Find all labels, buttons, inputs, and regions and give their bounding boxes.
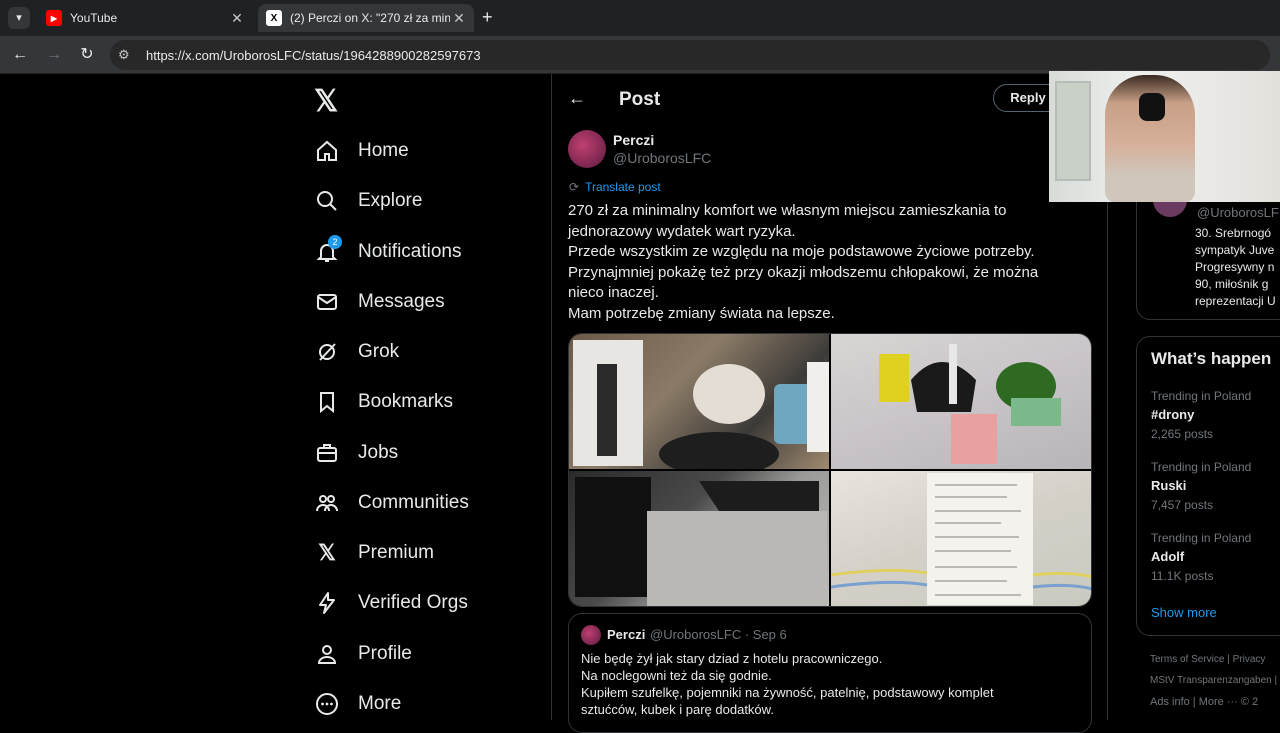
avatar (581, 625, 601, 645)
footer-links[interactable]: MStV Transparenzangaben | (1150, 675, 1277, 686)
quote-author-meta: @UroborosLFC · Sep 6 (650, 627, 787, 642)
site-settings-icon[interactable]: ⚙ (118, 47, 130, 63)
sidebar-item-notifications[interactable]: 2 Notifications (314, 232, 462, 272)
page-title: Post (619, 89, 661, 110)
mail-icon (314, 289, 340, 315)
sidebar-item-label: Notifications (358, 241, 462, 262)
address-bar[interactable]: ⚙ https://x.com/UroborosLFC/status/19642… (110, 40, 1270, 70)
trend-count: 7,457 posts (1151, 498, 1214, 512)
post-photo[interactable] (831, 471, 1091, 606)
search-icon (314, 188, 340, 214)
avatar[interactable] (568, 130, 606, 168)
bookmark-icon (314, 389, 340, 415)
trend-name: Adolf (1151, 549, 1185, 564)
headset-icon (1139, 93, 1165, 121)
translate-icon: ⟳ (569, 180, 580, 194)
people-icon (314, 490, 340, 516)
x-icon: 𝕏 (318, 540, 336, 565)
new-tab-plus-icon[interactable]: + (482, 7, 493, 28)
tab-title: (2) Perczi on X: "270 zł za minim (290, 11, 450, 25)
sidebar-item-label: Home (358, 140, 409, 161)
x-icon: X (266, 10, 282, 26)
sidebar-item-home[interactable]: Home (314, 131, 409, 171)
url-text: https://x.com/UroborosLFC/status/1964288… (146, 48, 481, 63)
person-icon (314, 641, 340, 667)
bio-text: 30. Srebrnogó sympatyk Juve Progresywny … (1195, 226, 1276, 308)
sidebar-item-communities[interactable]: Communities (314, 483, 469, 523)
author-handle[interactable]: @UroborosLFC (613, 150, 711, 166)
lightning-icon (314, 590, 340, 616)
sidebar-item-premium[interactable]: 𝕏 Premium (314, 533, 434, 573)
footer-links[interactable]: Terms of Service | Privacy (1150, 654, 1265, 665)
sidebar-item-label: Communities (358, 492, 469, 513)
tab-youtube[interactable]: ▶ YouTube ✕ (38, 4, 252, 32)
trend-item[interactable]: Trending in Poland Ruski 7,457 posts (1151, 460, 1251, 512)
sidebar-item-label: Premium (358, 542, 435, 563)
quote-author-name: Perczi (607, 627, 646, 642)
sidebar-item-verified-orgs[interactable]: Verified Orgs (314, 583, 468, 623)
sidebar-item-profile[interactable]: Profile (314, 634, 412, 674)
trend-count: 11.1K posts (1151, 569, 1214, 583)
sidebar-item-more[interactable]: More (314, 684, 401, 724)
trend-name: #drony (1151, 407, 1195, 422)
briefcase-icon (314, 440, 340, 466)
webcam-overlay (1049, 71, 1280, 202)
trend-context: Trending in Poland (1151, 389, 1252, 403)
trend-count: 2,265 posts (1151, 427, 1214, 441)
bio-handle: @UroborosLF (1197, 205, 1279, 220)
trends-title: What’s happen (1151, 349, 1272, 368)
sidebar-item-label: Grok (358, 341, 400, 362)
post-media-grid (568, 333, 1092, 607)
trend-context: Trending in Poland (1151, 531, 1252, 545)
trends-card: What’s happen Trending in Poland #drony … (1136, 336, 1280, 636)
close-icon[interactable]: ✕ (228, 10, 246, 27)
trend-item[interactable]: Trending in Poland #drony 2,265 posts (1151, 389, 1251, 441)
webcam-background (1055, 81, 1091, 181)
tab-title: YouTube (70, 11, 118, 25)
browser-toolbar: ← → ↻ ⚙ https://x.com/UroborosLFC/status… (0, 36, 1280, 74)
tab-search-chevron-icon[interactable]: ▾ (8, 7, 30, 29)
more-icon (314, 691, 340, 717)
author-name[interactable]: Perczi (613, 132, 654, 148)
sidebar-item-messages[interactable]: Messages (314, 282, 445, 322)
post-text: 270 zł za minimalny komfort we własnym m… (568, 202, 1039, 322)
reload-icon[interactable]: ↻ (76, 44, 98, 66)
grok-icon (314, 339, 340, 365)
close-icon[interactable]: ✕ (450, 10, 468, 27)
forward-arrow-icon[interactable]: → (43, 44, 65, 66)
sidebar-item-label: Messages (358, 291, 445, 312)
browser-tab-bar: ▾ ▶ YouTube ✕ X (2) Perczi on X: "270 zł… (0, 0, 1280, 36)
sidebar-item-label: More (358, 693, 402, 714)
home-icon (314, 138, 340, 164)
post-photo[interactable] (569, 334, 829, 469)
footer-links[interactable]: Ads info | More ··· © 2 (1150, 696, 1258, 708)
x-logo-icon[interactable]: 𝕏 (314, 84, 338, 119)
back-arrow-icon[interactable]: ← (9, 44, 31, 66)
post-photo[interactable] (569, 471, 829, 606)
sidebar-item-bookmarks[interactable]: Bookmarks (314, 382, 453, 422)
tab-x-post[interactable]: X (2) Perczi on X: "270 zł za minim ✕ (258, 4, 474, 32)
translate-post-link[interactable]: ⟳ Translate post (569, 180, 661, 194)
back-arrow-icon[interactable]: ← (568, 88, 586, 109)
sidebar-item-label: Verified Orgs (358, 592, 468, 613)
quoted-post[interactable]: Perczi @UroborosLFC · Sep 6 Nie będę żył… (568, 613, 1092, 733)
sidebar-item-label: Explore (358, 190, 423, 211)
post-photo[interactable] (831, 334, 1091, 469)
sidebar-item-label: Bookmarks (358, 391, 454, 412)
post-column: ← Post Reply Perczi @UroborosLFC ⟳ Trans… (551, 74, 1108, 733)
quote-text: Nie będę żył jak stary dziad z hotelu pr… (581, 651, 994, 717)
trend-name: Ruski (1151, 478, 1187, 493)
sidebar-item-grok[interactable]: Grok (314, 332, 399, 372)
sidebar-item-label: Profile (358, 643, 412, 664)
bell-icon: 2 (314, 235, 342, 265)
translate-label: Translate post (585, 180, 661, 194)
trend-item[interactable]: Trending in Poland Adolf 11.1K posts (1151, 531, 1251, 583)
sidebar-item-label: Jobs (358, 442, 399, 463)
youtube-icon: ▶ (46, 10, 62, 26)
sidebar-item-jobs[interactable]: Jobs (314, 433, 398, 473)
notification-badge: 2 (328, 235, 342, 249)
show-more-link[interactable]: Show more (1151, 605, 1217, 620)
trend-context: Trending in Poland (1151, 460, 1252, 474)
sidebar-item-explore[interactable]: Explore (314, 181, 422, 221)
